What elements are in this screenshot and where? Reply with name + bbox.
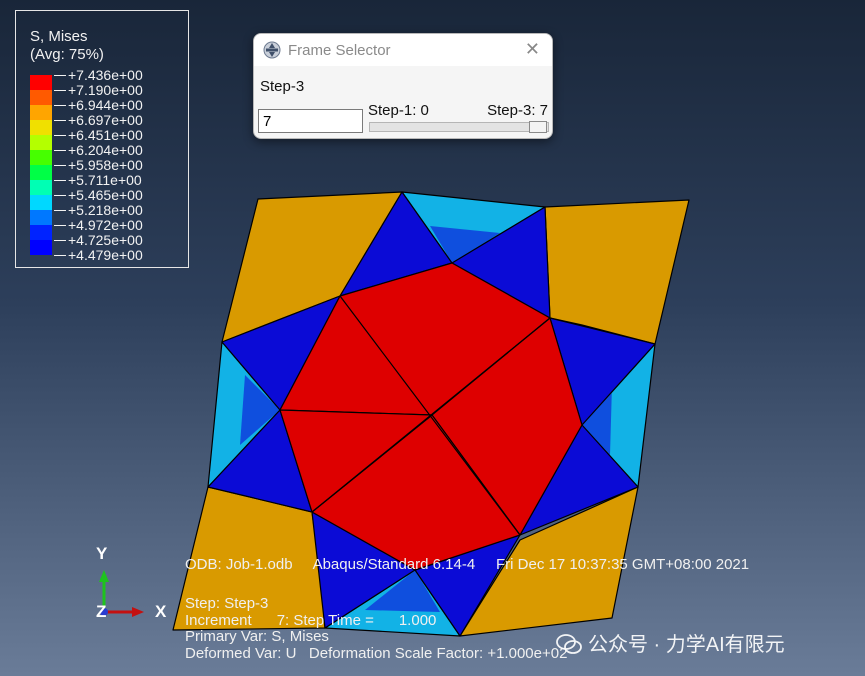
- legend-tick: [54, 150, 66, 151]
- legend-value: +5.218e+00: [68, 202, 143, 218]
- watermark: 公众号 · 力学AI有限元: [556, 628, 785, 656]
- x-axis-label: X: [155, 602, 167, 621]
- legend-tick: [54, 120, 66, 121]
- current-step-label: Step-3: [260, 78, 305, 95]
- legend-value: +6.697e+00: [68, 112, 143, 128]
- legend-value: +5.465e+00: [68, 187, 143, 203]
- legend-value: +5.958e+00: [68, 157, 143, 173]
- z-axis-label: Z: [96, 602, 107, 621]
- legend-value: +5.711e+00: [68, 172, 142, 188]
- legend-band: [30, 180, 52, 195]
- legend-band: [30, 165, 52, 180]
- legend-band: [30, 225, 52, 240]
- legend-tick: [54, 240, 66, 241]
- legend-value: +4.725e+00: [68, 232, 143, 248]
- legend-tick: [54, 225, 66, 226]
- increment-info-line: Increment 7: Step Time = 1.000: [185, 612, 437, 629]
- step-info-line: Step: Step-3: [185, 595, 269, 612]
- frame-selector-dialog[interactable]: Frame Selector ✕ Step-3 Step-1: 0 Step-3…: [253, 33, 553, 139]
- legend-value: +7.190e+00: [68, 82, 143, 98]
- legend-band: [30, 90, 52, 105]
- frame-selector-icon: [263, 41, 281, 59]
- legend-value: +4.972e+00: [68, 217, 143, 233]
- legend-tick: [54, 165, 66, 166]
- frame-slider-thumb[interactable]: [529, 121, 547, 133]
- legend-tick: [54, 195, 66, 196]
- legend-band: [30, 75, 52, 90]
- legend-band: [30, 120, 52, 135]
- wechat-icon: [556, 634, 582, 654]
- legend-tick: [54, 180, 66, 181]
- legend-band: [30, 210, 52, 225]
- legend-value: +7.436e+00: [68, 67, 143, 83]
- contour-legend: S, Mises (Avg: 75%) +7.436e+00 +7.190e+00…: [15, 10, 189, 268]
- dialog-title: Frame Selector: [288, 42, 391, 59]
- legend-value: +4.479e+00: [68, 247, 143, 263]
- legend-value: +6.451e+00: [68, 127, 143, 143]
- legend-value: +6.204e+00: [68, 142, 143, 158]
- y-axis-label: Y: [96, 544, 108, 563]
- legend-band: [30, 135, 52, 150]
- frame-number-input[interactable]: [258, 109, 363, 133]
- legend-band: [30, 195, 52, 210]
- dialog-titlebar[interactable]: Frame Selector ✕: [254, 34, 552, 66]
- close-button[interactable]: ✕: [525, 39, 540, 60]
- slider-min-label: Step-1: 0: [368, 102, 429, 119]
- x-axis-arrow: [104, 607, 144, 617]
- legend-band: [30, 150, 52, 165]
- slider-max-label: Step-3: 7: [487, 102, 548, 119]
- legend-tick: [54, 90, 66, 91]
- coordinate-triad: Y X Z: [90, 540, 180, 630]
- legend-tick: [54, 210, 66, 211]
- legend-tick: [54, 135, 66, 136]
- legend-band: [30, 105, 52, 120]
- legend-tick: [54, 75, 66, 76]
- deformed-var-line: Deformed Var: U Deformation Scale Factor…: [185, 645, 568, 662]
- primary-var-line: Primary Var: S, Mises: [185, 628, 329, 645]
- legend-title-variable: S, Mises: [30, 28, 88, 45]
- frame-slider[interactable]: [369, 121, 549, 133]
- odb-info-line: ODB: Job-1.odb Abaqus/Standard 6.14-4 Fr…: [185, 556, 750, 573]
- legend-band: [30, 240, 52, 255]
- legend-tick: [54, 255, 66, 256]
- legend-value: +6.944e+00: [68, 97, 143, 113]
- watermark-text: 公众号 · 力学AI有限元: [588, 634, 785, 656]
- legend-tick: [54, 105, 66, 106]
- legend-title-averaging: (Avg: 75%): [30, 46, 104, 63]
